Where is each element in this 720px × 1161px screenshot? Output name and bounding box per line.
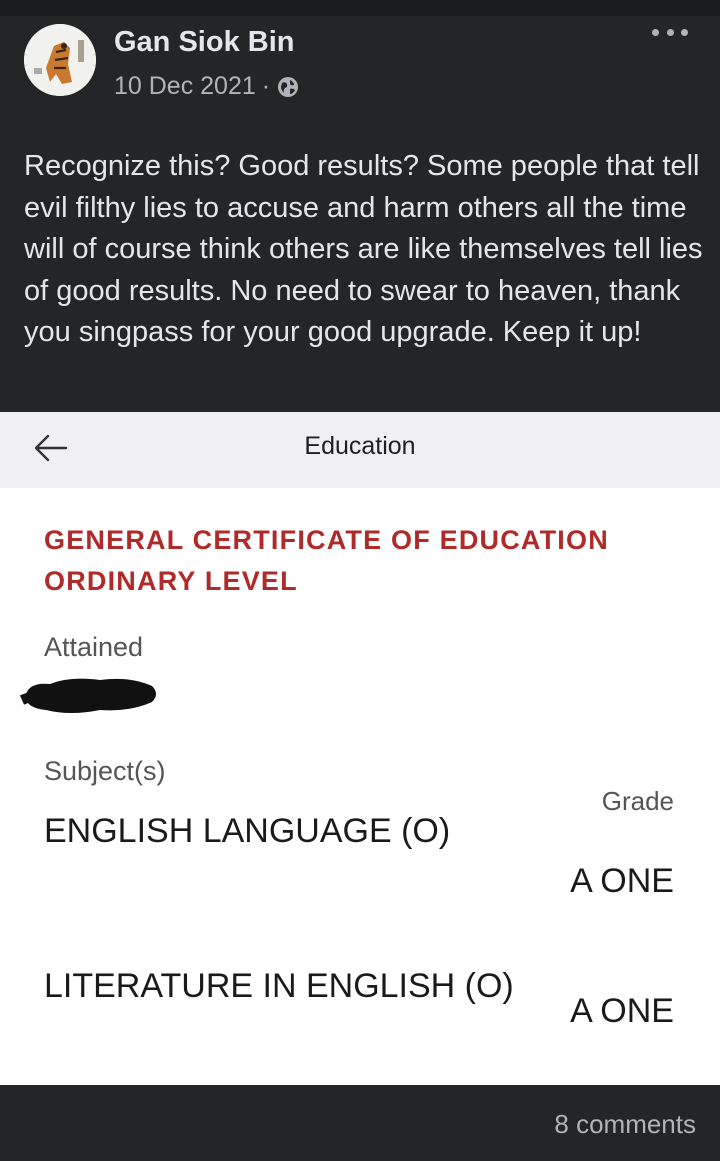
screenshot-title: Education — [304, 432, 416, 460]
shared-screenshot[interactable]: Education GENERAL CERTIFICATE OF EDUCATI… — [0, 412, 720, 1085]
grade-label: Grade — [601, 786, 674, 816]
more-dots-icon — [652, 28, 659, 36]
subjects-label: Subject(s) — [44, 756, 166, 786]
author-avatar[interactable] — [24, 24, 96, 96]
more-dot — [681, 28, 688, 36]
post-header — [0, 16, 720, 128]
certificate-title: GENERAL CERTIFICATE OF EDUCATION ORDINAR… — [44, 525, 609, 596]
screenshot-header: Education — [0, 412, 720, 488]
attained-label: Attained — [44, 632, 144, 662]
post-text: Recognize this? Good results? Some peopl… — [24, 150, 703, 348]
subject-name: ENGLISH LANGUAGE (O) — [44, 812, 451, 850]
comments-count-link[interactable]: 8 comments — [554, 1109, 696, 1140]
more-options-button[interactable] — [652, 22, 688, 42]
meta-separator: · — [261, 72, 271, 100]
author-name[interactable]: Gan Siok Bin — [114, 26, 294, 59]
more-dot — [666, 28, 674, 36]
post-footer: 8 comments — [0, 1085, 720, 1161]
subject-grade: A ONE — [570, 992, 674, 1030]
avatar-image — [24, 24, 96, 96]
post-meta: 10 Dec 2021 · — [114, 72, 300, 101]
subject-name: LITERATURE IN ENGLISH (O) — [44, 967, 514, 1005]
post-date[interactable]: 10 Dec 2021 — [114, 72, 256, 101]
top-strip — [0, 0, 720, 16]
redaction-mark — [20, 678, 157, 713]
globe-icon — [278, 76, 299, 97]
subject-grade: A ONE — [570, 862, 674, 900]
